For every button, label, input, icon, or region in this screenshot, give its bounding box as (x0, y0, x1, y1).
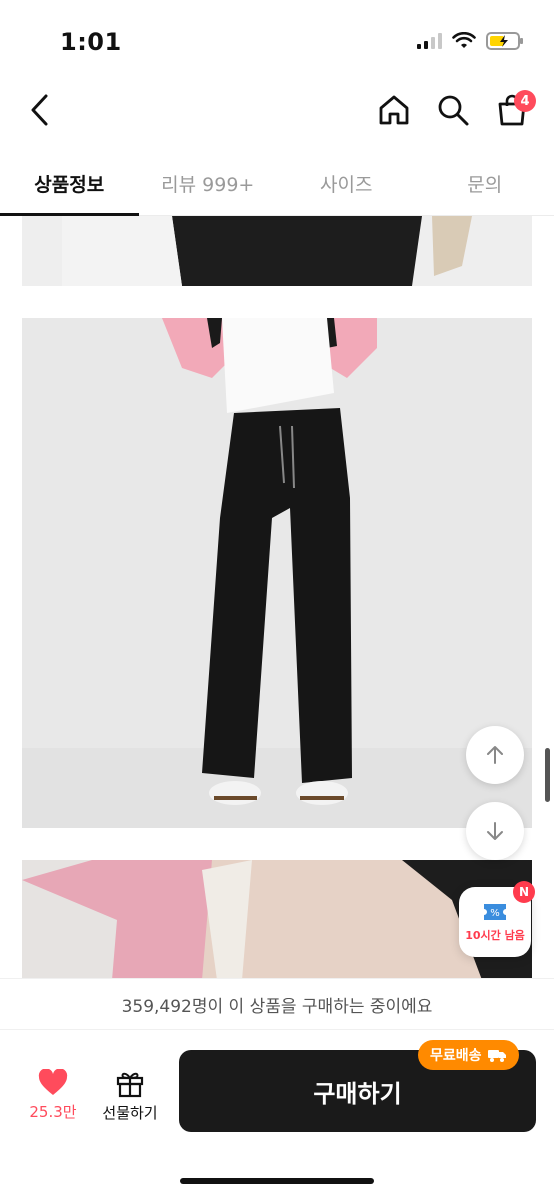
product-photo-main (22, 318, 532, 828)
signal-icon (417, 33, 442, 49)
chevron-left-icon (31, 94, 48, 126)
model-wearing-pants-illustration (22, 318, 532, 828)
arrow-up-icon (487, 746, 503, 764)
tab-reviews[interactable]: 리뷰 999+ (139, 150, 278, 215)
svg-text:%: % (490, 908, 500, 919)
heart-icon (38, 1068, 68, 1095)
purchasing-now-banner: 359,492명이 이 상품을 구매하는 중이에요 (0, 978, 554, 1030)
bottom-action-bar: 25.3만 선물하기 구매하기 무료배송 (0, 1030, 554, 1200)
tab-product-info[interactable]: 상품정보 (0, 150, 139, 216)
status-bar: 1:01 (0, 0, 554, 80)
pants-photo-illustration (22, 216, 532, 286)
product-photo-detail (22, 860, 532, 980)
truck-icon (487, 1050, 506, 1062)
app-header: 4 (0, 80, 554, 140)
new-badge: N (513, 881, 535, 903)
wifi-icon (452, 32, 476, 48)
back-button[interactable] (20, 90, 60, 130)
coupon-icon: % (484, 903, 506, 920)
search-button[interactable] (433, 90, 473, 130)
product-photo (22, 216, 532, 286)
scroll-down-button[interactable] (466, 802, 524, 860)
coupon-timer: 10시간 남음 (465, 928, 525, 942)
like-count: 25.3만 (29, 1102, 77, 1121)
free-shipping-label: 무료배송 (430, 1048, 482, 1064)
product-tabs: 상품정보 리뷰 999+ 사이즈 문의 (0, 150, 554, 216)
model-closeup-illustration (22, 860, 532, 980)
tab-inquiry[interactable]: 문의 (416, 150, 554, 215)
free-shipping-badge: 무료배송 (418, 1040, 519, 1070)
status-icons (417, 31, 524, 51)
cart-count-badge: 4 (514, 90, 536, 112)
gift-icon (116, 1072, 144, 1097)
status-time: 1:01 (60, 28, 122, 56)
coupon-button[interactable]: N % 10시간 남음 (459, 881, 535, 957)
like-button[interactable]: 25.3만 (20, 1060, 86, 1130)
arrow-down-icon (487, 822, 503, 840)
home-button[interactable] (374, 90, 414, 130)
cart-button[interactable]: 4 (492, 90, 536, 130)
battery-icon (486, 32, 523, 50)
search-icon (438, 95, 469, 126)
scroll-to-top-button[interactable] (466, 726, 524, 784)
gift-button[interactable]: 선물하기 (96, 1060, 164, 1130)
home-icon (379, 95, 409, 125)
home-indicator (180, 1178, 374, 1184)
scrollbar[interactable] (545, 748, 550, 802)
gift-label: 선물하기 (102, 1103, 158, 1122)
tab-size[interactable]: 사이즈 (277, 150, 416, 215)
